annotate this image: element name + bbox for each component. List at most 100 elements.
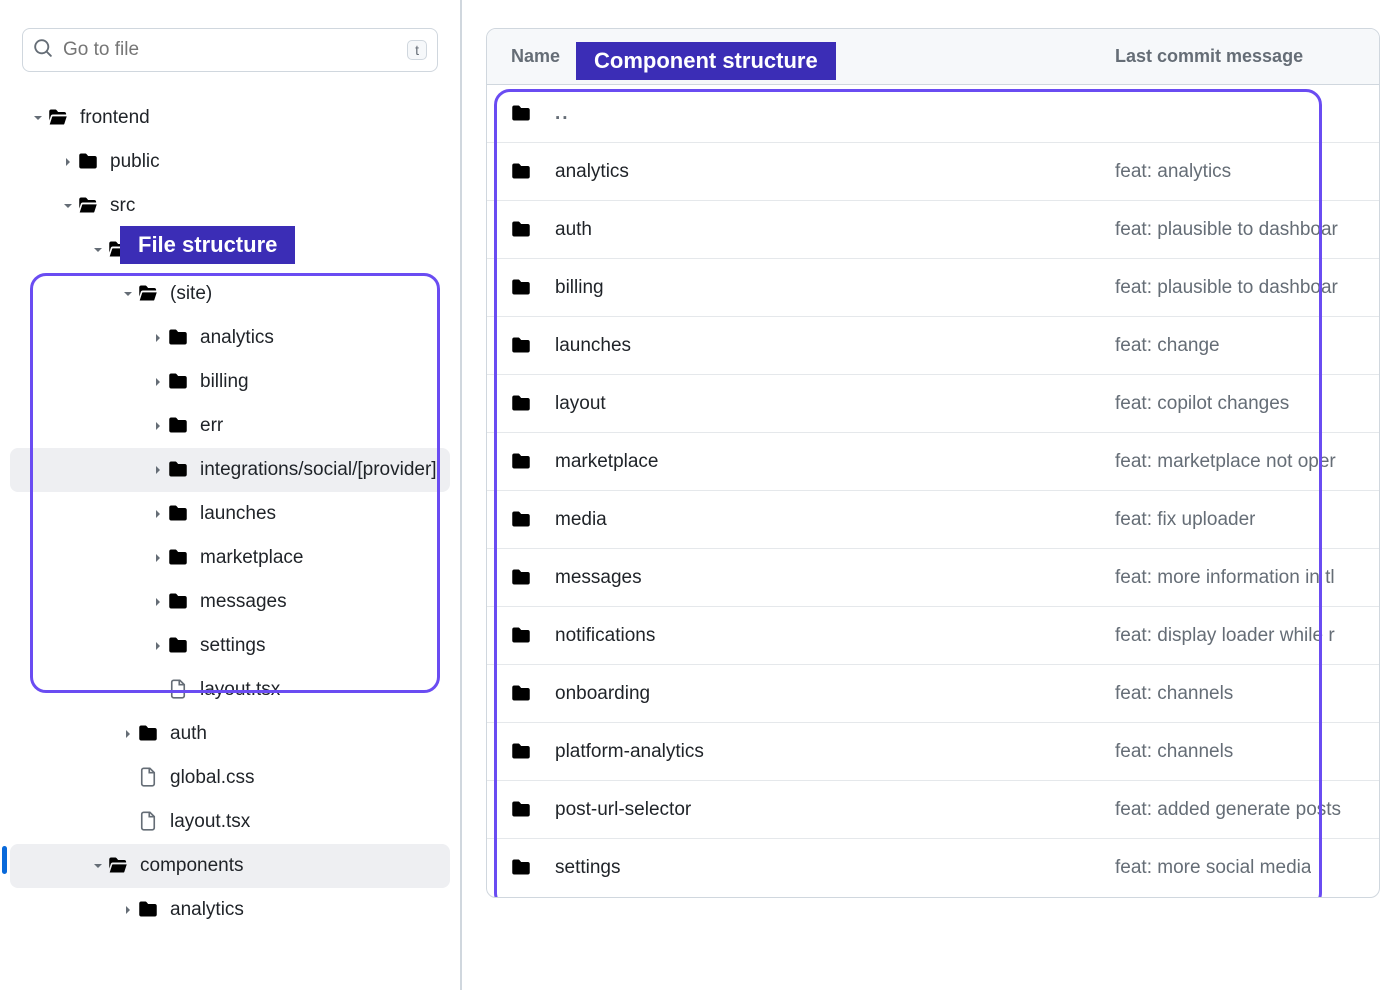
tree-row-folder[interactable]: (site): [10, 272, 450, 316]
folder-open-icon: [78, 195, 100, 217]
listing-row-folder[interactable]: platform-analyticsfeat: channels: [487, 723, 1379, 781]
listing-item-name[interactable]: layout: [555, 393, 1115, 415]
tree-row-folder[interactable]: components: [10, 844, 450, 888]
chevron-right-icon[interactable]: [148, 550, 168, 566]
listing-row-parent-dir[interactable]: ..: [487, 85, 1379, 143]
tree-row-folder[interactable]: auth: [10, 712, 450, 756]
column-header-commit[interactable]: Last commit message: [1115, 46, 1303, 67]
folder-open-icon: [108, 855, 130, 877]
tree-item-label: (site): [170, 283, 212, 305]
tree-row-folder[interactable]: messages: [10, 580, 450, 624]
folder-open-icon: [138, 283, 160, 305]
tree-row-folder[interactable]: analytics: [10, 316, 450, 360]
listing-commit-message[interactable]: feat: analytics: [1115, 161, 1231, 183]
tree-row-folder[interactable]: billing: [10, 360, 450, 404]
listing-commit-message[interactable]: feat: copilot changes: [1115, 393, 1289, 415]
listing-commit-message[interactable]: feat: plausible to dashboar: [1115, 219, 1338, 241]
folder-icon: [511, 799, 533, 821]
folder-icon: [511, 219, 533, 241]
tree-item-label: err: [200, 415, 223, 437]
listing-commit-message[interactable]: feat: channels: [1115, 683, 1233, 705]
listing-commit-message[interactable]: feat: plausible to dashboar: [1115, 277, 1338, 299]
chevron-right-icon[interactable]: [58, 154, 78, 170]
tree-item-label: messages: [200, 591, 287, 613]
listing-item-name[interactable]: notifications: [555, 625, 1115, 647]
chevron-right-icon[interactable]: [148, 330, 168, 346]
chevron-right-icon[interactable]: [148, 418, 168, 434]
tree-row-file[interactable]: global.css: [10, 756, 450, 800]
listing-row-folder[interactable]: marketplacefeat: marketplace not oper: [487, 433, 1379, 491]
tree-row-folder[interactable]: app: [10, 228, 450, 272]
listing-item-name[interactable]: onboarding: [555, 683, 1115, 705]
tree-row-file[interactable]: layout.tsx: [10, 800, 450, 844]
listing-commit-message[interactable]: feat: display loader while r: [1115, 625, 1335, 647]
chevron-right-icon[interactable]: [148, 506, 168, 522]
folder-icon: [168, 327, 190, 349]
parent-dir-link[interactable]: ..: [555, 103, 1115, 125]
listing-commit-message[interactable]: feat: fix uploader: [1115, 509, 1255, 531]
tree-item-label: app: [140, 239, 172, 261]
file-tree: frontendpublicsrcapp(site)analyticsbilli…: [0, 90, 460, 990]
folder-icon: [511, 741, 533, 763]
column-header-name[interactable]: Name: [511, 46, 1115, 67]
listing-item-name[interactable]: auth: [555, 219, 1115, 241]
listing-commit-message[interactable]: feat: change: [1115, 335, 1220, 357]
tree-row-folder[interactable]: frontend: [10, 96, 450, 140]
tree-item-label: analytics: [170, 899, 244, 921]
listing-row-folder[interactable]: settingsfeat: more social media: [487, 839, 1379, 897]
chevron-right-icon[interactable]: [118, 902, 138, 918]
chevron-right-icon[interactable]: [118, 726, 138, 742]
listing-item-name[interactable]: platform-analytics: [555, 741, 1115, 763]
tree-row-folder[interactable]: analytics: [10, 888, 450, 932]
tree-row-folder[interactable]: src: [10, 184, 450, 228]
listing-item-name[interactable]: marketplace: [555, 451, 1115, 473]
directory-listing-panel: Name Last commit message ..analyticsfeat…: [462, 0, 1380, 990]
listing-row-folder[interactable]: launchesfeat: change: [487, 317, 1379, 375]
listing-row-folder[interactable]: messagesfeat: more information in tl: [487, 549, 1379, 607]
file-icon: [168, 679, 190, 701]
tree-row-folder[interactable]: marketplace: [10, 536, 450, 580]
folder-icon: [511, 509, 533, 531]
tree-row-folder[interactable]: public: [10, 140, 450, 184]
listing-row-folder[interactable]: billingfeat: plausible to dashboar: [487, 259, 1379, 317]
tree-row-folder[interactable]: settings: [10, 624, 450, 668]
listing-commit-message[interactable]: feat: marketplace not oper: [1115, 451, 1336, 473]
listing-row-folder[interactable]: analyticsfeat: analytics: [487, 143, 1379, 201]
chevron-down-icon[interactable]: [88, 242, 108, 258]
listing-item-name[interactable]: billing: [555, 277, 1115, 299]
chevron-right-icon[interactable]: [148, 374, 168, 390]
listing-item-name[interactable]: media: [555, 509, 1115, 531]
tree-row-file[interactable]: layout.tsx: [10, 668, 450, 712]
listing-item-name[interactable]: launches: [555, 335, 1115, 357]
tree-row-folder[interactable]: integrations/social/[provider]: [10, 448, 450, 492]
listing-commit-message[interactable]: feat: channels: [1115, 741, 1233, 763]
folder-icon: [511, 625, 533, 647]
listing-row-folder[interactable]: onboardingfeat: channels: [487, 665, 1379, 723]
listing-item-name[interactable]: settings: [555, 857, 1115, 879]
listing-commit-message[interactable]: feat: added generate posts: [1115, 799, 1341, 821]
listing-row-folder[interactable]: mediafeat: fix uploader: [487, 491, 1379, 549]
file-search-box[interactable]: t: [22, 28, 438, 72]
listing-item-name[interactable]: messages: [555, 567, 1115, 589]
folder-icon: [168, 547, 190, 569]
chevron-down-icon[interactable]: [58, 198, 78, 214]
listing-commit-message[interactable]: feat: more social media: [1115, 857, 1311, 879]
chevron-right-icon[interactable]: [148, 462, 168, 478]
tree-row-folder[interactable]: launches: [10, 492, 450, 536]
chevron-down-icon[interactable]: [28, 110, 48, 126]
chevron-down-icon[interactable]: [88, 858, 108, 874]
chevron-right-icon[interactable]: [148, 594, 168, 610]
tree-row-folder[interactable]: err: [10, 404, 450, 448]
chevron-down-icon[interactable]: [118, 286, 138, 302]
listing-row-folder[interactable]: layoutfeat: copilot changes: [487, 375, 1379, 433]
file-search-input[interactable]: [63, 39, 397, 61]
chevron-right-icon[interactable]: [148, 638, 168, 654]
listing-commit-message[interactable]: feat: more information in tl: [1115, 567, 1335, 589]
tree-item-label: settings: [200, 635, 265, 657]
folder-icon: [511, 857, 533, 879]
listing-row-folder[interactable]: post-url-selectorfeat: added generate po…: [487, 781, 1379, 839]
listing-item-name[interactable]: analytics: [555, 161, 1115, 183]
listing-item-name[interactable]: post-url-selector: [555, 799, 1115, 821]
listing-row-folder[interactable]: authfeat: plausible to dashboar: [487, 201, 1379, 259]
listing-row-folder[interactable]: notificationsfeat: display loader while …: [487, 607, 1379, 665]
